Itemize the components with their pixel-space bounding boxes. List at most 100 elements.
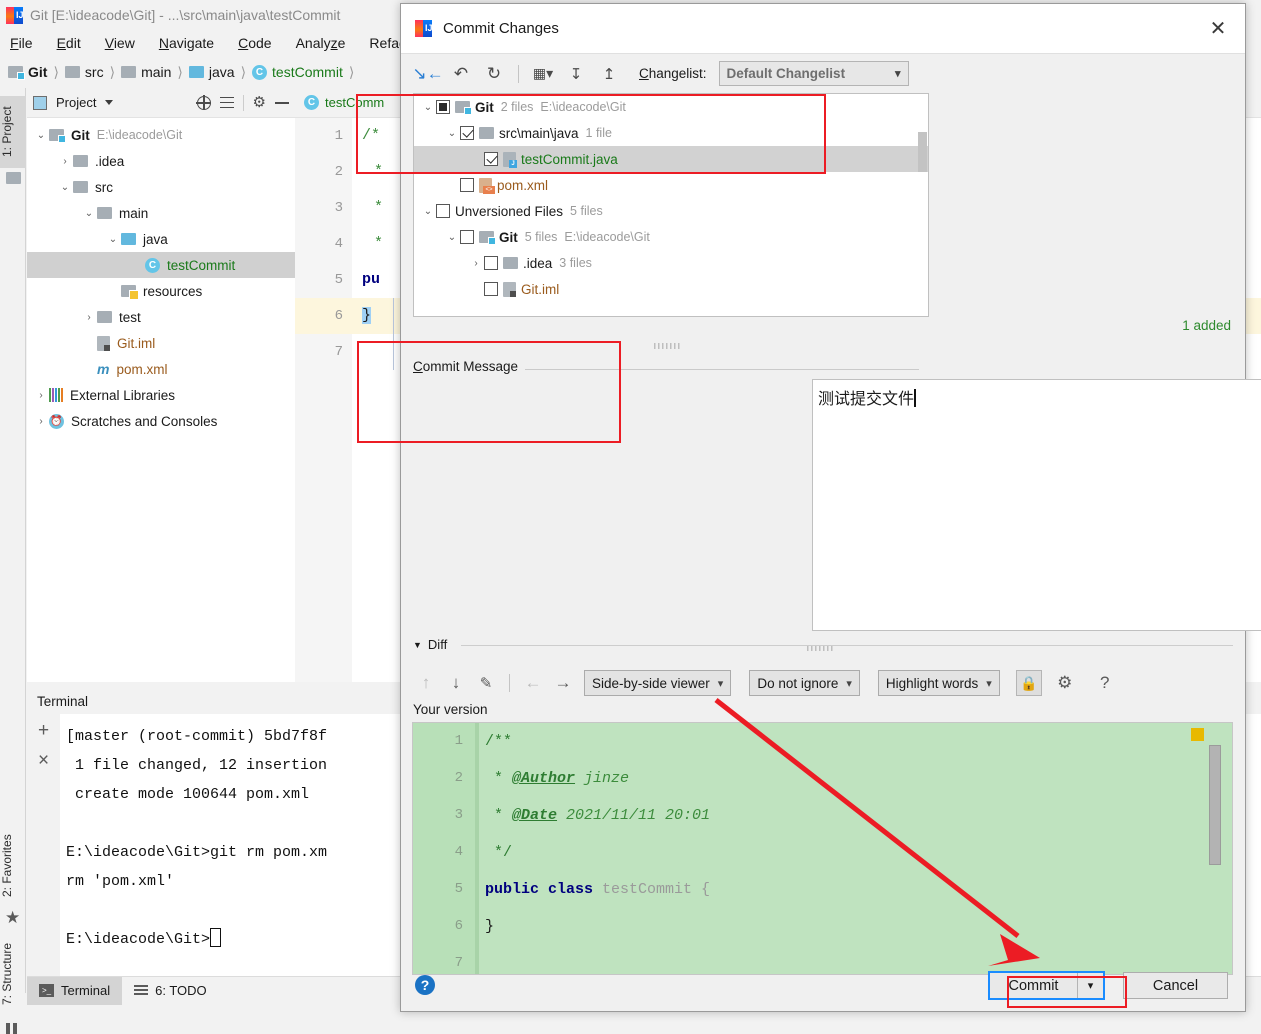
- editor-tab-label[interactable]: testComm: [325, 95, 384, 110]
- file-tree-scrollbar[interactable]: [918, 132, 927, 172]
- project-tree-item[interactable]: m pom.xml: [27, 356, 295, 382]
- project-tree-item[interactable]: ⌄ java: [27, 226, 295, 252]
- tree-expander[interactable]: ›: [57, 156, 73, 167]
- file-checkbox[interactable]: [436, 100, 450, 114]
- hide-icon[interactable]: [275, 101, 289, 104]
- ignore-mode-select[interactable]: Do not ignore ▾: [749, 670, 860, 696]
- changed-file-row[interactable]: ⌄ Git 2 files E:\ideacode\Git: [414, 94, 928, 120]
- changed-file-row[interactable]: › .idea 3 files: [414, 250, 928, 276]
- tree-expander[interactable]: ⌄: [444, 128, 460, 139]
- help-button[interactable]: ?: [415, 975, 435, 995]
- gear-icon[interactable]: ⚙: [253, 95, 266, 110]
- tree-expander[interactable]: ›: [468, 258, 484, 269]
- project-tree-item[interactable]: › ⏰ Scratches and Consoles: [27, 408, 295, 434]
- menu-item-navigate[interactable]: Navigate: [159, 35, 214, 51]
- changed-file-row[interactable]: pom.xml: [414, 172, 928, 198]
- file-checkbox[interactable]: [484, 256, 498, 270]
- breadcrumb-item-testcommit[interactable]: C testCommit: [252, 64, 343, 80]
- tree-expander[interactable]: ›: [81, 312, 97, 323]
- project-tree-item[interactable]: › test: [27, 304, 295, 330]
- collapse-all-icon[interactable]: [219, 96, 234, 110]
- file-checkbox[interactable]: [460, 230, 474, 244]
- changed-file-row[interactable]: ⌄ src\main\java 1 file: [414, 120, 928, 146]
- close-icon[interactable]: ✕: [1203, 16, 1233, 41]
- project-tree-item[interactable]: ⌄ src: [27, 174, 295, 200]
- menu-item-edit[interactable]: Edit: [57, 35, 81, 51]
- next-diff-icon[interactable]: ↓: [443, 670, 469, 696]
- changed-file-row[interactable]: ⌄ Unversioned Files 5 files: [414, 198, 928, 224]
- tree-expander[interactable]: ⌄: [33, 130, 49, 141]
- apply-left-icon[interactable]: ←: [520, 670, 546, 696]
- breadcrumb-item-main[interactable]: main: [121, 64, 171, 80]
- tree-expander[interactable]: ⌄: [57, 182, 73, 193]
- edit-icon[interactable]: ✎: [473, 670, 499, 696]
- refresh-icon[interactable]: ↻: [479, 60, 509, 87]
- splitter-handle[interactable]: [654, 343, 680, 349]
- breadcrumb-item-java[interactable]: java: [188, 64, 235, 80]
- file-checkbox[interactable]: [484, 282, 498, 296]
- locate-file-icon[interactable]: [195, 94, 211, 110]
- diff-viewer[interactable]: 1 2 3 4 5 6 7 /** * @Author jinze * @Dat…: [412, 722, 1233, 975]
- project-panel-header: Project ⚙: [27, 88, 295, 118]
- commit-message-input[interactable]: 测试提交文件: [812, 379, 1261, 631]
- diff-section-header[interactable]: ▼ Diff: [413, 637, 447, 652]
- menu-item-file[interactable]: File: [10, 35, 33, 51]
- gear-icon[interactable]: ⚙: [1052, 670, 1078, 696]
- menu-item-view[interactable]: View: [105, 35, 135, 51]
- bottom-tab-terminal[interactable]: >_ Terminal: [27, 976, 123, 1005]
- commit-button[interactable]: Commit ▾: [988, 971, 1105, 1000]
- prev-diff-icon[interactable]: ↑: [413, 670, 439, 696]
- new-session-button[interactable]: +: [38, 721, 49, 740]
- tool-tab-favorites[interactable]: 2: Favorites: [0, 823, 26, 908]
- group-by-icon[interactable]: ▦▾: [528, 60, 558, 87]
- help-icon[interactable]: ?: [1092, 670, 1118, 696]
- menu-item-analyze[interactable]: Analyze: [296, 35, 346, 51]
- diff-error-stripe-marker[interactable]: [1191, 728, 1204, 741]
- apply-right-icon[interactable]: →: [550, 670, 576, 696]
- tool-tab-project[interactable]: 1: Project: [0, 96, 26, 168]
- expand-all-icon[interactable]: ↧: [561, 60, 591, 87]
- changed-file-label: pom.xml: [497, 177, 549, 193]
- viewer-mode-select[interactable]: Side-by-side viewer ▾: [584, 670, 732, 696]
- changed-file-row[interactable]: testCommit.java: [414, 146, 928, 172]
- tool-tab-structure[interactable]: 7: Structure: [0, 931, 26, 1016]
- project-tree-item[interactable]: Git.iml: [27, 330, 295, 356]
- project-tree[interactable]: ⌄ Git E:\ideacode\Git › .idea ⌄ src ⌄ main ⌄ java C…: [27, 118, 295, 434]
- project-tree-item[interactable]: ⌄ Git E:\ideacode\Git: [27, 122, 295, 148]
- project-tree-item[interactable]: › External Libraries: [27, 382, 295, 408]
- project-tree-item[interactable]: CtestCommit: [27, 252, 295, 278]
- project-tree-item[interactable]: › .idea: [27, 148, 295, 174]
- project-tree-item[interactable]: ⌄ main: [27, 200, 295, 226]
- tree-expander[interactable]: ⌄: [81, 208, 97, 219]
- changed-files-tree[interactable]: ⌄ Git 2 files E:\ideacode\Git ⌄ src\main\java…: [413, 93, 929, 317]
- file-checkbox[interactable]: [460, 126, 474, 140]
- changed-file-row[interactable]: ⌄ Git 5 files E:\ideacode\Git: [414, 224, 928, 250]
- commit-dropdown-icon[interactable]: ▾: [1077, 973, 1103, 998]
- tree-expander[interactable]: ⌄: [105, 234, 121, 245]
- breadcrumb-item-git[interactable]: Git: [8, 64, 47, 80]
- file-checkbox[interactable]: [460, 178, 474, 192]
- tree-expander[interactable]: ⌄: [420, 206, 436, 217]
- cancel-button[interactable]: Cancel: [1123, 972, 1228, 999]
- tree-expander[interactable]: ⌄: [420, 102, 436, 113]
- chevron-down-icon[interactable]: [105, 100, 114, 105]
- lock-icon[interactable]: 🔒: [1015, 670, 1042, 696]
- commit-changes-dialog: IJ Commit Changes ✕ ↘← ↶ ↻ ▦▾ ↧ ↥ Change…: [400, 3, 1261, 1012]
- close-session-button[interactable]: ×: [38, 751, 49, 770]
- changelist-select[interactable]: Default Changelist ▾: [718, 61, 909, 86]
- project-tree-item[interactable]: resources: [27, 278, 295, 304]
- collapse-selection-icon[interactable]: ↘←: [412, 60, 443, 87]
- revert-icon[interactable]: ↶: [446, 60, 476, 87]
- tree-expander[interactable]: ›: [33, 390, 49, 401]
- bottom-tab-todo[interactable]: 6: TODO: [122, 977, 219, 1005]
- breadcrumb-item-src[interactable]: src: [64, 64, 104, 80]
- changed-file-row[interactable]: Git.iml: [414, 276, 928, 302]
- tree-expander[interactable]: ⌄: [444, 232, 460, 243]
- tree-expander[interactable]: ›: [33, 416, 49, 427]
- highlight-mode-select[interactable]: Highlight words ▾: [877, 670, 1000, 696]
- menu-item-code[interactable]: Code: [238, 35, 271, 51]
- diff-vertical-scrollbar[interactable]: [1209, 745, 1221, 865]
- collapse-all-icon[interactable]: ↥: [594, 60, 624, 87]
- file-checkbox[interactable]: [484, 152, 498, 166]
- file-checkbox[interactable]: [436, 204, 450, 218]
